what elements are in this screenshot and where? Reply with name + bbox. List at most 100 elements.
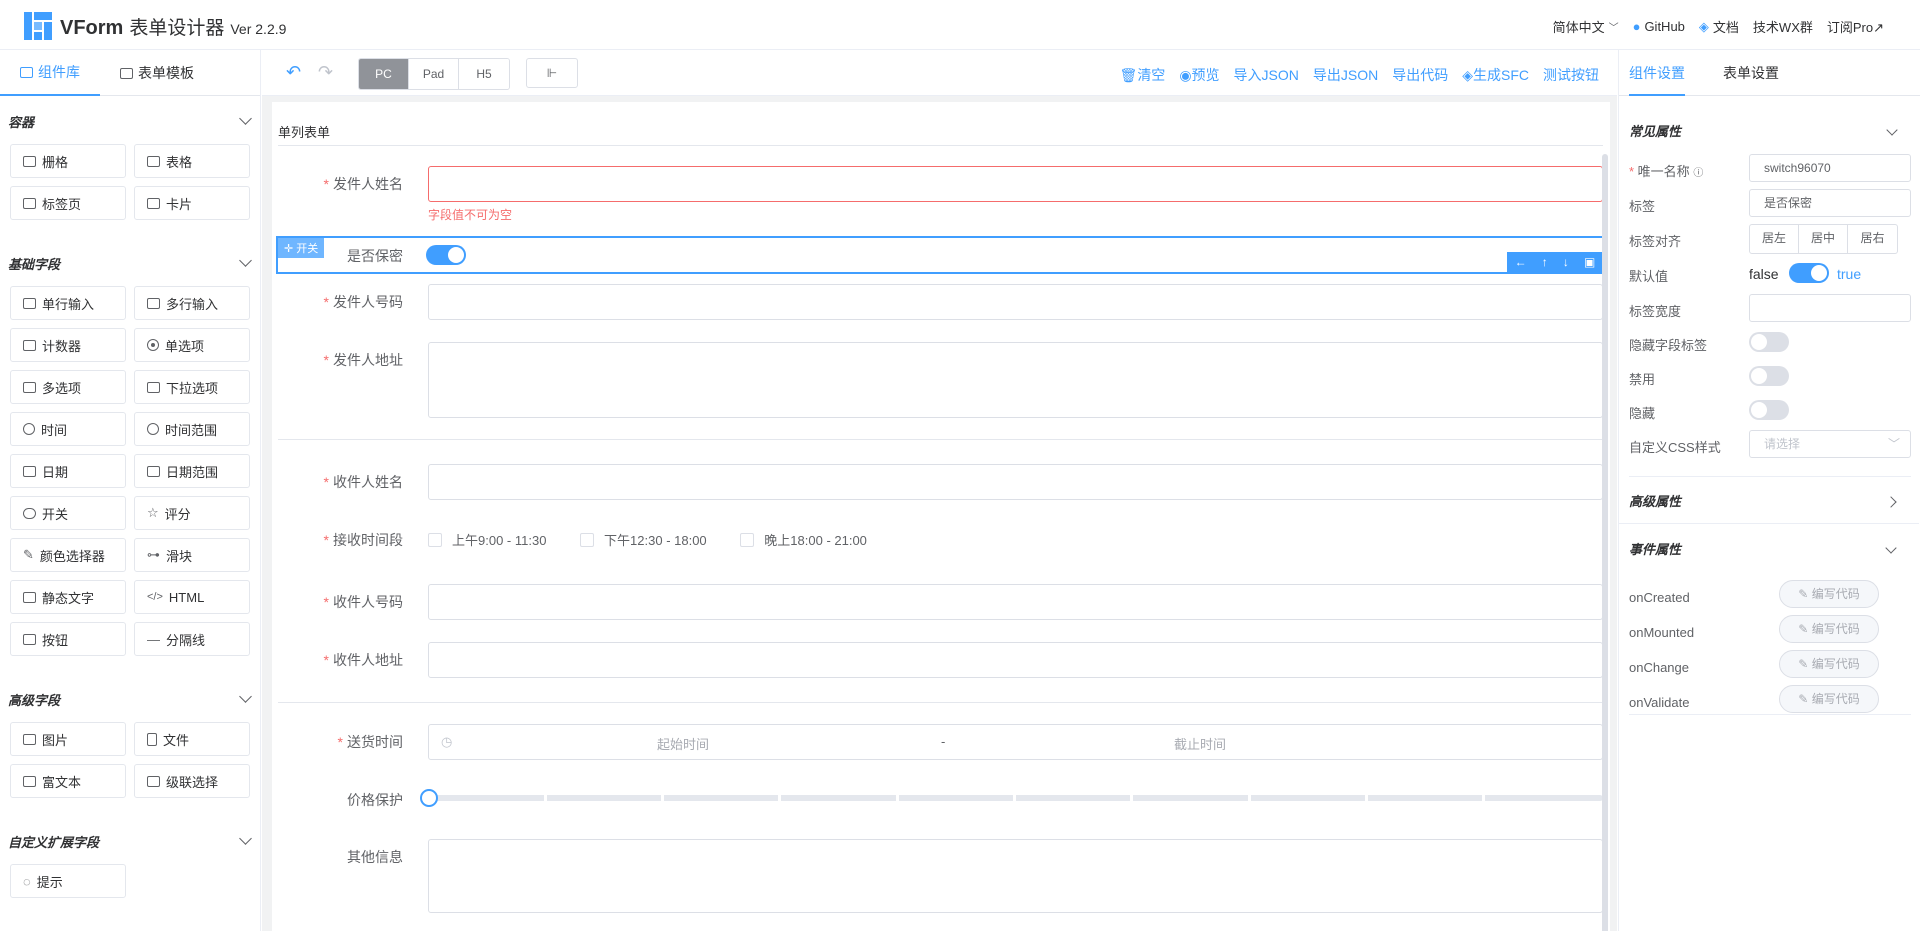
widget-rate[interactable]: ☆ 评分: [134, 496, 250, 530]
edit-code-button[interactable]: ✎ 编写代码: [1779, 685, 1879, 713]
edit-code-button[interactable]: ✎ 编写代码: [1779, 615, 1879, 643]
event-props-header[interactable]: 事件属性: [1619, 528, 1919, 572]
generate-sfc-button[interactable]: ◈生成SFC: [1462, 65, 1529, 85]
section-basic-header[interactable]: 基础字段: [0, 242, 260, 284]
hide-label-switch[interactable]: [1749, 332, 1789, 352]
section-advanced-header[interactable]: 高级字段: [0, 678, 260, 720]
widget-textarea[interactable]: 多行输入: [134, 286, 250, 320]
preview-button[interactable]: ◉预览: [1179, 65, 1219, 85]
section-custom-header[interactable]: 自定义扩展字段: [0, 820, 260, 862]
widget-alert[interactable]: ◌ 提示: [10, 864, 126, 898]
widget-date[interactable]: 日期: [10, 454, 126, 488]
recipient-phone-input[interactable]: [428, 584, 1603, 620]
widget-button[interactable]: 按钮: [10, 622, 126, 656]
selected-switch-field[interactable]: ✛ 开关 是否保密 ← ↑ ↓ ▣: [276, 236, 1605, 274]
delivery-time-range[interactable]: ◷ 起始时间 - 截止时间: [428, 724, 1603, 760]
widget-slider[interactable]: ⊶ 滑块: [134, 538, 250, 572]
label-width-input[interactable]: [1749, 294, 1911, 322]
docs-link[interactable]: ◈ 文档: [1699, 17, 1739, 36]
clear-button[interactable]: 🗑︎清空: [1120, 65, 1166, 85]
secret-switch[interactable]: [426, 245, 466, 265]
export-code-button[interactable]: 导出代码: [1392, 65, 1448, 85]
calendar-icon: [23, 465, 36, 477]
github-link[interactable]: ● GitHub: [1633, 19, 1685, 34]
time-option-evening[interactable]: 晚上18:00 - 21:00: [740, 530, 867, 549]
section-container-header[interactable]: 容器: [0, 100, 260, 142]
widget-input[interactable]: 单行输入: [10, 286, 126, 320]
time-option-afternoon[interactable]: 下午12:30 - 18:00: [580, 530, 707, 549]
tab-form-settings[interactable]: 表单设置: [1723, 50, 1779, 96]
undo-icon[interactable]: ↶: [286, 62, 301, 83]
widget-file[interactable]: 文件: [134, 722, 250, 756]
language-select[interactable]: 简体中文 ﹀: [1553, 17, 1619, 36]
unique-name-input[interactable]: switch96070: [1749, 154, 1911, 182]
widget-radio[interactable]: 单选项: [134, 328, 250, 362]
widget-divider[interactable]: — 分隔线: [134, 622, 250, 656]
canvas-scrollbar[interactable]: [1602, 154, 1608, 931]
device-pad-button[interactable]: Pad: [409, 59, 459, 89]
edit-code-button[interactable]: ✎ 编写代码: [1779, 650, 1879, 678]
field-sender-phone: * 发件人号码: [278, 284, 1603, 320]
widget-html[interactable]: </> HTML: [134, 580, 250, 614]
widget-checkbox[interactable]: 多选项: [10, 370, 126, 404]
move-up-icon[interactable]: ↑: [1542, 255, 1548, 269]
subscribe-pro-link[interactable]: 订阅Pro↗: [1827, 17, 1884, 36]
widget-time-range[interactable]: 时间范围: [134, 412, 250, 446]
widget-grid[interactable]: 栅格: [10, 144, 126, 178]
node-tree-button[interactable]: ⊩: [526, 58, 578, 88]
hidden-switch[interactable]: [1749, 400, 1789, 420]
widget-date-range[interactable]: 日期范围: [134, 454, 250, 488]
selected-widget-tag[interactable]: ✛ 开关: [278, 238, 325, 258]
event-name: onChange: [1629, 660, 1689, 675]
sender-name-input[interactable]: [428, 166, 1603, 202]
move-down-icon[interactable]: ↓: [1563, 255, 1569, 269]
widget-time[interactable]: 时间: [10, 412, 126, 446]
widget-number[interactable]: 计数器: [10, 328, 126, 362]
time-option-morning[interactable]: 上午9:00 - 11:30: [428, 530, 546, 549]
sender-phone-input[interactable]: [428, 284, 1603, 320]
align-left-button[interactable]: 居左: [1750, 225, 1799, 253]
tab-widget-library[interactable]: 组件库: [0, 50, 100, 96]
widget-card[interactable]: 卡片: [134, 186, 250, 220]
widget-rich-text[interactable]: 富文本: [10, 764, 126, 798]
label-input[interactable]: 是否保密: [1749, 189, 1911, 217]
tab-widget-settings[interactable]: 组件设置: [1629, 50, 1685, 96]
widget-color-picker[interactable]: ✎ 颜色选择器: [10, 538, 126, 572]
field-label: * 发件人地址: [323, 352, 403, 368]
align-center-button[interactable]: 居中: [1799, 225, 1848, 253]
widget-tabs[interactable]: 标签页: [10, 186, 126, 220]
widget-cascader[interactable]: 级联选择: [134, 764, 250, 798]
recipient-address-input[interactable]: [428, 642, 1603, 678]
widget-select[interactable]: 下拉选项: [134, 370, 250, 404]
github-label: GitHub: [1644, 19, 1685, 34]
redo-icon[interactable]: ↷: [318, 62, 333, 83]
tab-form-templates[interactable]: 表单模板: [100, 50, 214, 96]
disabled-switch[interactable]: [1749, 366, 1789, 386]
recipient-name-input[interactable]: [428, 464, 1603, 500]
advanced-props-header[interactable]: 高级属性: [1619, 480, 1919, 524]
default-value-switch[interactable]: [1789, 263, 1829, 283]
select-parent-icon[interactable]: ←: [1515, 255, 1527, 269]
button-label: 编写代码: [1811, 657, 1860, 671]
widget-picture[interactable]: 图片: [10, 722, 126, 756]
import-json-button[interactable]: 导入JSON: [1234, 65, 1299, 85]
custom-css-select[interactable]: 请选择 ﹀: [1749, 430, 1911, 458]
widget-table[interactable]: 表格: [134, 144, 250, 178]
wx-group-link[interactable]: 技术WX群: [1753, 17, 1813, 36]
other-info-textarea[interactable]: [428, 839, 1603, 913]
widget-static-text[interactable]: 静态文字: [10, 580, 126, 614]
slider-handle[interactable]: [420, 789, 438, 807]
align-right-button[interactable]: 居右: [1848, 225, 1897, 253]
device-pc-button[interactable]: PC: [359, 59, 409, 89]
device-h5-button[interactable]: H5: [459, 59, 509, 89]
delete-icon[interactable]: ▣: [1584, 255, 1595, 269]
edit-code-button[interactable]: ✎ 编写代码: [1779, 580, 1879, 608]
common-props-header[interactable]: 常见属性: [1619, 110, 1920, 154]
sender-address-textarea[interactable]: [428, 342, 1603, 418]
export-json-button[interactable]: 导出JSON: [1313, 65, 1378, 85]
price-slider[interactable]: [420, 789, 1603, 807]
test-button[interactable]: 测试按钮: [1543, 65, 1599, 85]
widget-label: 静态文字: [42, 590, 95, 606]
widget-switch[interactable]: 开关: [10, 496, 126, 530]
widget-library-icon: [20, 66, 33, 78]
